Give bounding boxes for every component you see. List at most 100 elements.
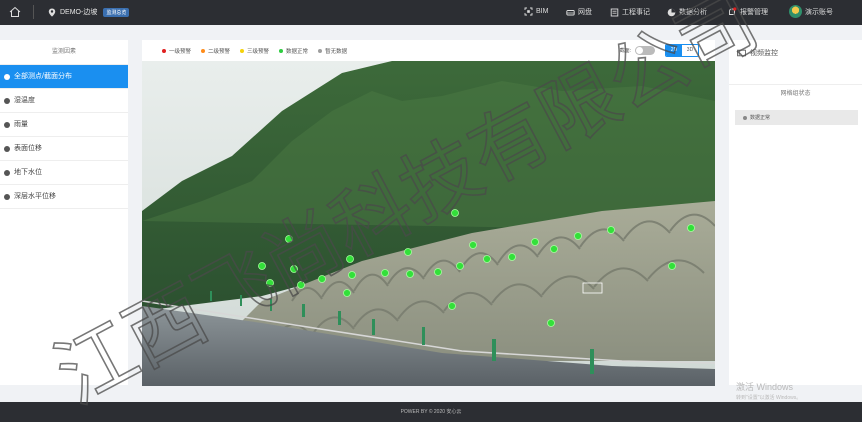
- nav-notes-label: 工程事记: [622, 9, 650, 16]
- measurement-point[interactable]: [285, 235, 293, 243]
- legend-no-data: 暂无数据: [318, 47, 347, 55]
- bell-icon: [729, 7, 737, 15]
- status-row[interactable]: 数据正常: [735, 110, 858, 125]
- measurement-point[interactable]: [348, 271, 356, 279]
- divider: [33, 5, 34, 19]
- factor-label: 表面位移: [14, 145, 42, 152]
- legend-label: 三级预警: [247, 49, 270, 55]
- measurement-point[interactable]: [668, 262, 676, 270]
- factor-item-groundwater[interactable]: 地下水位: [0, 161, 128, 185]
- section-toggle[interactable]: [635, 46, 655, 55]
- nav-disk[interactable]: 网盘: [566, 7, 592, 17]
- factor-item-all-points[interactable]: 全部测点/截面分布: [0, 65, 128, 89]
- measurement-point[interactable]: [318, 275, 326, 283]
- measurement-point[interactable]: [343, 289, 351, 297]
- video-monitor-header[interactable]: 视频监控: [737, 48, 778, 58]
- measurement-point[interactable]: [483, 255, 491, 263]
- section-label: 截面:: [619, 48, 631, 54]
- status-row-label: 数据正常: [750, 115, 771, 121]
- activation-hint: 转到"设置"以激活 Windows。: [736, 395, 802, 401]
- legend-bar: 一级预警 二级预警 三级预警 数据正常 暂无数据 截面: 2D 3D: [142, 40, 715, 61]
- measurement-point[interactable]: [434, 268, 442, 276]
- view-2d-button[interactable]: 2D: [666, 45, 682, 56]
- measurement-point[interactable]: [531, 238, 539, 246]
- factor-item-humidity-temperature[interactable]: 湿温度: [0, 89, 128, 113]
- factor-label: 地下水位: [14, 169, 42, 176]
- video-monitor-panel: 视频监控 网格组状态 数据正常: [729, 40, 862, 385]
- measurement-point[interactable]: [508, 253, 516, 261]
- factor-label: 湿温度: [14, 97, 35, 104]
- grid-status-title: 网格组状态: [729, 84, 862, 102]
- monitoring-factors-panel: 监测因素 全部测点/截面分布 湿温度 雨量 表面位移 地下水位 深层水平位移: [0, 40, 128, 385]
- legend-label: 暂无数据: [325, 49, 348, 55]
- measurement-point[interactable]: [607, 226, 615, 234]
- nav-notes[interactable]: 工程事记: [610, 7, 650, 17]
- avatar: [789, 5, 802, 18]
- nav-bim[interactable]: BIM: [524, 7, 548, 16]
- slope-view-panel: 一级预警 二级预警 三级预警 数据正常 暂无数据 截面: 2D 3D: [142, 40, 715, 386]
- factor-label: 全部测点/截面分布: [14, 73, 72, 80]
- pie-icon: [4, 74, 10, 80]
- measurement-point[interactable]: [406, 270, 414, 278]
- factor-label: 雨量: [14, 121, 28, 128]
- legend-label: 一级预警: [169, 49, 192, 55]
- nav-disk-label: 网盘: [578, 9, 592, 16]
- legend-level1: 一级预警: [162, 47, 191, 55]
- legend-dot: [201, 49, 206, 53]
- panel-title: 监测因素: [0, 40, 128, 65]
- video-monitor-title: 视频监控: [750, 50, 778, 57]
- nav-analysis[interactable]: 数据分析: [667, 7, 707, 17]
- video-icon: [737, 49, 746, 57]
- pie-icon: [4, 194, 10, 200]
- legend-label: 二级预警: [208, 49, 231, 55]
- legend-dot: [279, 49, 284, 53]
- measurement-point[interactable]: [258, 262, 266, 270]
- factor-item-rainfall[interactable]: 雨量: [0, 113, 128, 137]
- status-legend: 一级预警 二级预警 三级预警 数据正常 暂无数据: [162, 47, 347, 55]
- pie-icon: [4, 170, 10, 176]
- legend-label: 数据正常: [286, 49, 309, 55]
- measurement-point[interactable]: [550, 245, 558, 253]
- measurement-point[interactable]: [456, 262, 464, 270]
- measurement-point[interactable]: [381, 269, 389, 277]
- footer: POWER BY © 2020 安心云: [0, 402, 862, 422]
- measurement-point[interactable]: [266, 279, 274, 287]
- project-name: DEMO-边坡: [60, 9, 98, 16]
- legend-level2: 二级预警: [201, 47, 230, 55]
- top-bar: DEMO-边坡 监测总览 BIM 网盘 工程事记 数据分析 报警管理 演示账号: [0, 0, 862, 25]
- nav-alarm[interactable]: 报警管理: [727, 7, 768, 17]
- factor-label: 深层水平位移: [14, 193, 56, 200]
- measurement-point[interactable]: [448, 302, 456, 310]
- measurement-point[interactable]: [290, 265, 298, 273]
- legend-level3: 三级预警: [240, 47, 269, 55]
- measurement-point[interactable]: [404, 248, 412, 256]
- measurement-point[interactable]: [687, 224, 695, 232]
- measurement-point[interactable]: [346, 255, 354, 263]
- measurement-point[interactable]: [574, 232, 582, 240]
- pie-icon: [4, 98, 10, 104]
- user-menu[interactable]: 演示账号: [789, 5, 833, 18]
- activation-title: 激活 Windows: [736, 382, 794, 392]
- view-toolbar: 截面: 2D 3D: [620, 44, 699, 57]
- windows-activation-notice: 激活 Windows 转到"设置"以激活 Windows。: [736, 380, 801, 401]
- factor-item-surface-displacement[interactable]: 表面位移: [0, 137, 128, 161]
- measurement-point[interactable]: [469, 241, 477, 249]
- status-dot: [743, 115, 747, 120]
- legend-dot: [162, 49, 166, 53]
- notes-icon: [610, 8, 619, 16]
- nav-alarm-label: 报警管理: [740, 9, 768, 16]
- pie-icon: [4, 146, 10, 152]
- slope-scene: [142, 61, 715, 386]
- factor-item-deep-displacement[interactable]: 深层水平位移: [0, 185, 128, 209]
- home-icon[interactable]: [8, 5, 22, 19]
- legend-normal: 数据正常: [279, 47, 308, 55]
- slope-photo: [142, 61, 715, 386]
- measurement-point[interactable]: [451, 209, 459, 217]
- measurement-point[interactable]: [297, 281, 305, 289]
- measurement-point[interactable]: [547, 319, 555, 327]
- project-selector[interactable]: DEMO-边坡 监测总览: [48, 7, 130, 17]
- user-name: 演示账号: [805, 8, 833, 16]
- bim-icon: [524, 7, 533, 16]
- view-3d-button[interactable]: 3D: [682, 45, 698, 56]
- legend-dot: [318, 49, 323, 53]
